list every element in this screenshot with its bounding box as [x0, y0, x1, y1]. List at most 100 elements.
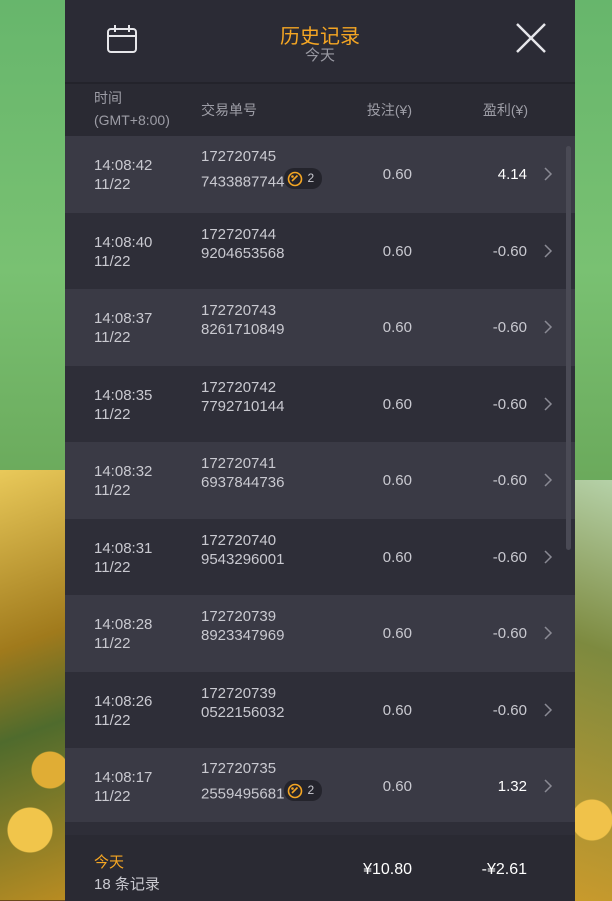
- row-time: 14:08:31 11/22: [94, 539, 152, 577]
- free-spin-icon: [288, 783, 303, 798]
- record-count: 18 条记录: [94, 876, 160, 893]
- row-order: 172720744 9204653568: [201, 225, 284, 263]
- chevron-right-icon[interactable]: [543, 166, 553, 182]
- row-time: 14:08:17 11/22: [94, 768, 152, 806]
- row-order: 172720743 8261710849: [201, 301, 284, 339]
- row-time-value: 14:08:26: [94, 692, 153, 710]
- row-order-line2: 6937844736: [201, 474, 285, 491]
- row-time-value: 14:08:17: [94, 769, 153, 786]
- chevron-right-icon[interactable]: [543, 243, 553, 259]
- close-icon[interactable]: [513, 20, 549, 56]
- row-order-line2: 8923347969: [201, 627, 285, 644]
- row-date-value: 11/22: [94, 252, 131, 270]
- row-order-line1: 172720739: [201, 608, 277, 625]
- table-row[interactable]: 14:08:26 11/22 172720739 0522156032 0.60 -0.6…: [65, 671, 575, 748]
- summary-label: 今天: [94, 854, 125, 871]
- row-order-line2: 8261710849: [201, 321, 285, 338]
- history-panel: 历史记录 今天 时间 (GMT+8:00) 交易单号 投注(¥) 盈利(¥) 1…: [65, 0, 575, 901]
- row-order-line1: 172720743: [201, 302, 277, 319]
- row-order: 172720739 0522156032: [201, 684, 284, 722]
- row-profit: -0.60: [492, 472, 527, 489]
- row-profit: 4.14: [497, 166, 527, 183]
- row-date-value: 11/22: [94, 635, 131, 652]
- row-order-line1: 172720740: [201, 531, 277, 549]
- chevron-right-icon[interactable]: [543, 472, 553, 488]
- row-order-line2: 7792710144: [201, 397, 285, 415]
- table-row[interactable]: 14:08:28 11/22 172720739 8923347969 0.60 -0.6…: [65, 595, 575, 672]
- row-time: 14:08:28 11/22: [94, 615, 152, 653]
- column-time-label: 时间: [94, 90, 122, 106]
- chevron-right-icon[interactable]: [543, 702, 553, 718]
- table-row[interactable]: 14:08:37 11/22 172720743 8261710849 0.60 -0.6…: [65, 289, 575, 366]
- row-profit: -0.60: [492, 242, 527, 260]
- free-spin-badge: 2: [284, 780, 323, 801]
- row-bet: 0.60: [382, 472, 412, 489]
- table-row[interactable]: 14:08:32 11/22 172720741 6937844736 0.60 -0.6…: [65, 442, 575, 519]
- row-order-line1: 172720742: [201, 378, 277, 396]
- row-date-value: 11/22: [94, 329, 131, 346]
- page-subtitle: 今天: [304, 47, 335, 64]
- row-date-value: 11/22: [94, 405, 131, 423]
- row-time-value: 14:08:42: [94, 157, 153, 174]
- row-time: 14:08:40 11/22: [94, 233, 152, 271]
- row-bet: 0.60: [382, 625, 412, 642]
- background-decoration-left: [0, 470, 70, 900]
- row-order-line1: 172720739: [201, 684, 277, 702]
- total-profit: -¥2.61: [481, 861, 527, 878]
- table-row[interactable]: 14:08:31 11/22 172720740 9543296001 0.60 -0.6…: [65, 518, 575, 595]
- column-bet: 投注(¥): [366, 102, 412, 118]
- row-time-value: 14:08:40: [94, 233, 153, 251]
- row-order: 172720741 6937844736: [201, 454, 284, 492]
- row-time-value: 14:08:37: [94, 310, 153, 327]
- row-time: 14:08:26 11/22: [94, 692, 152, 730]
- row-time: 14:08:32 11/22: [94, 462, 152, 500]
- row-order-line2: 9204653568: [201, 244, 285, 262]
- row-order-line1: 172720735: [201, 760, 277, 777]
- row-profit: -0.60: [492, 548, 527, 566]
- row-date-value: 11/22: [94, 558, 131, 576]
- row-bet: 0.60: [382, 319, 412, 336]
- row-bet: 0.60: [382, 395, 412, 413]
- table-row[interactable]: 14:08:17 11/22 172720735 2559495681 2 0.60 1.3…: [65, 748, 575, 822]
- background-decoration-right: [572, 480, 612, 901]
- row-profit: -0.60: [492, 319, 527, 336]
- row-order: 172720740 9543296001: [201, 531, 284, 569]
- row-order-line1: 172720741: [201, 455, 277, 472]
- row-time: 14:08:37 11/22: [94, 309, 152, 347]
- chevron-right-icon[interactable]: [543, 778, 553, 794]
- chevron-right-icon[interactable]: [543, 549, 553, 565]
- row-order-line2: 7433887744: [201, 173, 285, 191]
- row-order: 172720745 7433887744 2: [201, 147, 323, 192]
- table-row[interactable]: 14:08:40 11/22 172720744 9204653568 0.60 -0.6…: [65, 212, 575, 289]
- column-header: 时间 (GMT+8:00) 交易单号 投注(¥) 盈利(¥): [65, 84, 575, 136]
- row-profit: -0.60: [492, 625, 527, 642]
- chevron-right-icon[interactable]: [543, 319, 553, 335]
- row-date-value: 11/22: [94, 176, 131, 193]
- table-row[interactable]: 14:08:42 11/22 172720745 7433887744 2 0.60 4.1…: [65, 136, 575, 213]
- row-date-value: 11/22: [94, 482, 131, 499]
- row-date-value: 11/22: [94, 788, 131, 805]
- row-order-line2: 9543296001: [201, 550, 285, 568]
- row-time-value: 14:08:31: [94, 539, 153, 557]
- free-spin-count: 2: [307, 783, 315, 797]
- row-order-line2: 0522156032: [201, 703, 285, 721]
- scrollbar[interactable]: [566, 146, 571, 550]
- header: 历史记录 今天: [65, 0, 575, 84]
- chevron-right-icon[interactable]: [543, 625, 553, 641]
- free-spin-count: 2: [307, 171, 315, 185]
- row-date-value: 11/22: [94, 711, 131, 729]
- row-profit: -0.60: [492, 701, 527, 719]
- column-profit: 盈利(¥): [482, 102, 528, 118]
- row-order: 172720742 7792710144: [201, 378, 284, 416]
- row-time-value: 14:08:35: [94, 386, 153, 404]
- row-time: 14:08:42 11/22: [94, 156, 152, 194]
- summary-footer: 今天 18 条记录 ¥10.80 -¥2.61: [65, 835, 575, 901]
- column-timezone: (GMT+8:00): [94, 112, 170, 128]
- table-row[interactable]: 14:08:35 11/22 172720742 7792710144 0.60 -0.6…: [65, 365, 575, 442]
- row-time-value: 14:08:28: [94, 616, 153, 633]
- row-bet: 0.60: [382, 701, 412, 719]
- row-bet: 0.60: [382, 242, 412, 260]
- chevron-right-icon[interactable]: [543, 396, 553, 412]
- row-order-line1: 172720744: [201, 225, 277, 243]
- row-bet: 0.60: [382, 548, 412, 566]
